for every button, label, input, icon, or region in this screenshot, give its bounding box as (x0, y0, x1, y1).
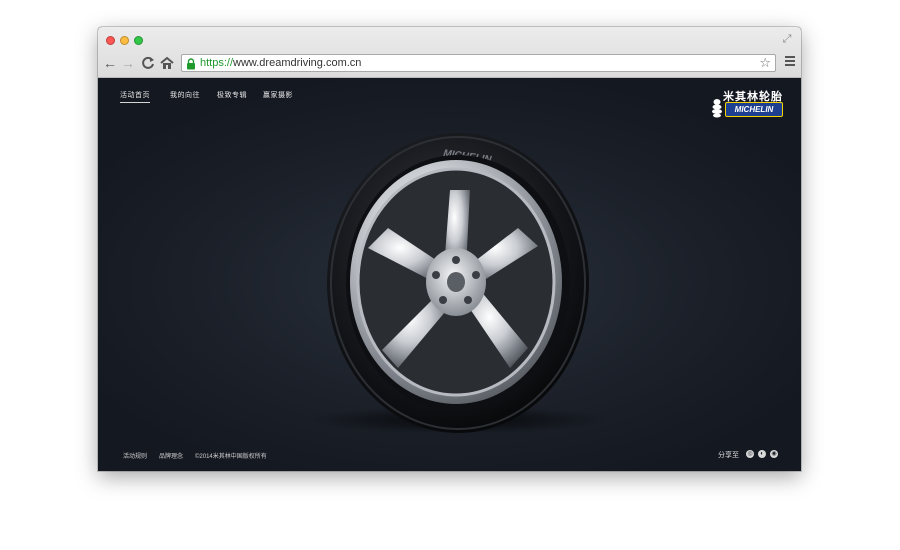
browser-window: ⤢ ← → https://www.dreamdriving.com.cn ☆ … (98, 27, 801, 471)
minimize-window-button[interactable] (120, 36, 129, 45)
close-window-button[interactable] (106, 36, 115, 45)
browser-chrome: ⤢ ← → https://www.dreamdriving.com.cn ☆ (98, 27, 801, 78)
menu-icon[interactable] (785, 56, 795, 68)
browser-toolbar: ← → https://www.dreamdriving.com.cn ☆ (98, 53, 801, 75)
lock-icon (186, 57, 196, 70)
renren-share-icon[interactable]: ◉ (770, 450, 778, 458)
url-host: www.dreamdriving.com.cn (233, 57, 362, 69)
url-text: https://www.dreamdriving.com.cn (200, 56, 361, 70)
page-footer: 活动规则 品牌理念 ©2014米其林中国版权所有 分享至 ◎ ◐ ◉ (98, 449, 801, 463)
footer-brand-link[interactable]: 品牌理念 (159, 451, 183, 460)
fullscreen-icon[interactable]: ⤢ (781, 33, 793, 45)
tencent-weibo-share-icon[interactable]: ◐ (758, 450, 766, 458)
footer-copyright: ©2014米其林中国版权所有 (195, 454, 267, 460)
wheel-tire-image: MICHELIN (308, 133, 608, 434)
url-scheme: https:// (200, 57, 234, 69)
title-bar: ⤢ (98, 27, 801, 51)
weibo-share-icon[interactable]: ◎ (746, 450, 754, 458)
share-label: 分享至 (718, 452, 739, 459)
web-page: 活动首页 我的向往 极致专辑 赢家摄影 米其林轮胎 MICHELIN 活动规则 … (98, 78, 801, 471)
back-arrow-icon[interactable]: ← (102, 55, 118, 71)
home-icon[interactable] (159, 55, 175, 71)
forward-arrow-icon[interactable]: → (120, 55, 136, 71)
address-bar[interactable]: https://www.dreamdriving.com.cn ☆ (181, 54, 776, 72)
star-icon[interactable]: ☆ (759, 55, 771, 71)
zoom-window-button[interactable] (134, 36, 143, 45)
footer-rules-link[interactable]: 活动规则 (123, 451, 147, 460)
reload-icon[interactable] (140, 55, 156, 71)
